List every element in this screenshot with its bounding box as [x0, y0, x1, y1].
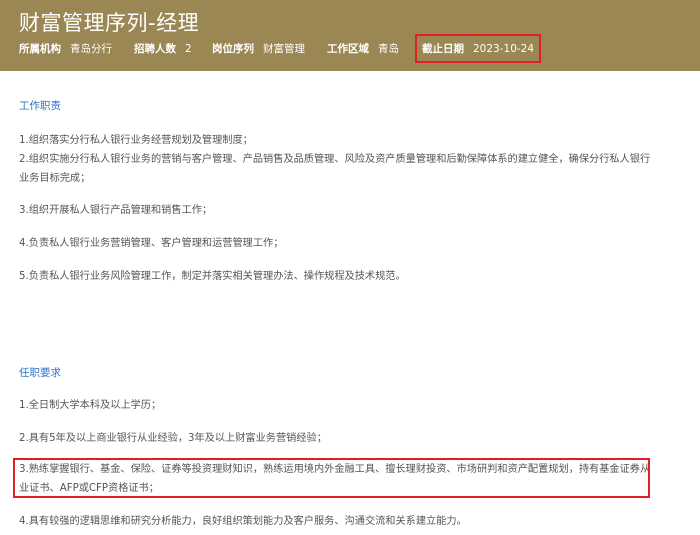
requirement-highlight-box	[13, 458, 650, 498]
duty-item: 4.负责私人银行业务营销管理、客户管理和运营管理工作；	[19, 238, 284, 249]
duty-item: 1.组织落实分行私人银行业务经营规划及管理制度；	[19, 135, 253, 146]
sequence-label: 岗位序列	[212, 43, 254, 55]
org-label: 所属机构	[19, 43, 61, 55]
area-value: 青岛	[378, 43, 399, 55]
duties-section-title: 工作职责	[19, 100, 61, 112]
duty-item: 3.组织开展私人银行产品管理和销售工作；	[19, 205, 213, 216]
requirements-section-title: 任职要求	[19, 367, 61, 379]
sequence-value: 财富管理	[263, 43, 305, 55]
requirement-item: 1.全日制大学本科及以上学历；	[19, 400, 162, 411]
area-label: 工作区域	[327, 43, 369, 55]
job-detail-page: 财富管理序列-经理 所属机构 青岛分行 招聘人数 2 岗位序列 财富管理 工作区域 青岛…	[0, 0, 700, 535]
org-value: 青岛分行	[70, 43, 112, 55]
count-label: 招聘人数	[134, 43, 176, 55]
duty-item: 5.负责私人银行业务风险管理工作，制定并落实相关管理办法、操作规程及技术规范。	[19, 271, 406, 282]
area-field: 工作区域 青岛	[327, 41, 399, 57]
sequence-field: 岗位序列 财富管理	[212, 41, 305, 57]
deadline-highlight-box	[415, 34, 541, 63]
count-field: 招聘人数 2	[134, 41, 192, 57]
requirement-item: 4.具有较强的逻辑思维和研究分析能力，良好组织策划能力及客户服务、沟通交流和关系…	[19, 516, 467, 527]
requirement-item: 2.具有5年及以上商业银行从业经验，3年及以上财富业务营销经验；	[19, 433, 327, 444]
count-value: 2	[185, 43, 192, 55]
job-header: 财富管理序列-经理 所属机构 青岛分行 招聘人数 2 岗位序列 财富管理 工作区域 青岛…	[0, 0, 700, 71]
duty-item: 2.组织实施分行私人银行业务的营销与客户管理、产品销售及品质管理、风险及资产质量…	[19, 154, 651, 184]
job-title: 财富管理序列-经理	[19, 11, 200, 35]
org-field: 所属机构 青岛分行	[19, 41, 112, 57]
